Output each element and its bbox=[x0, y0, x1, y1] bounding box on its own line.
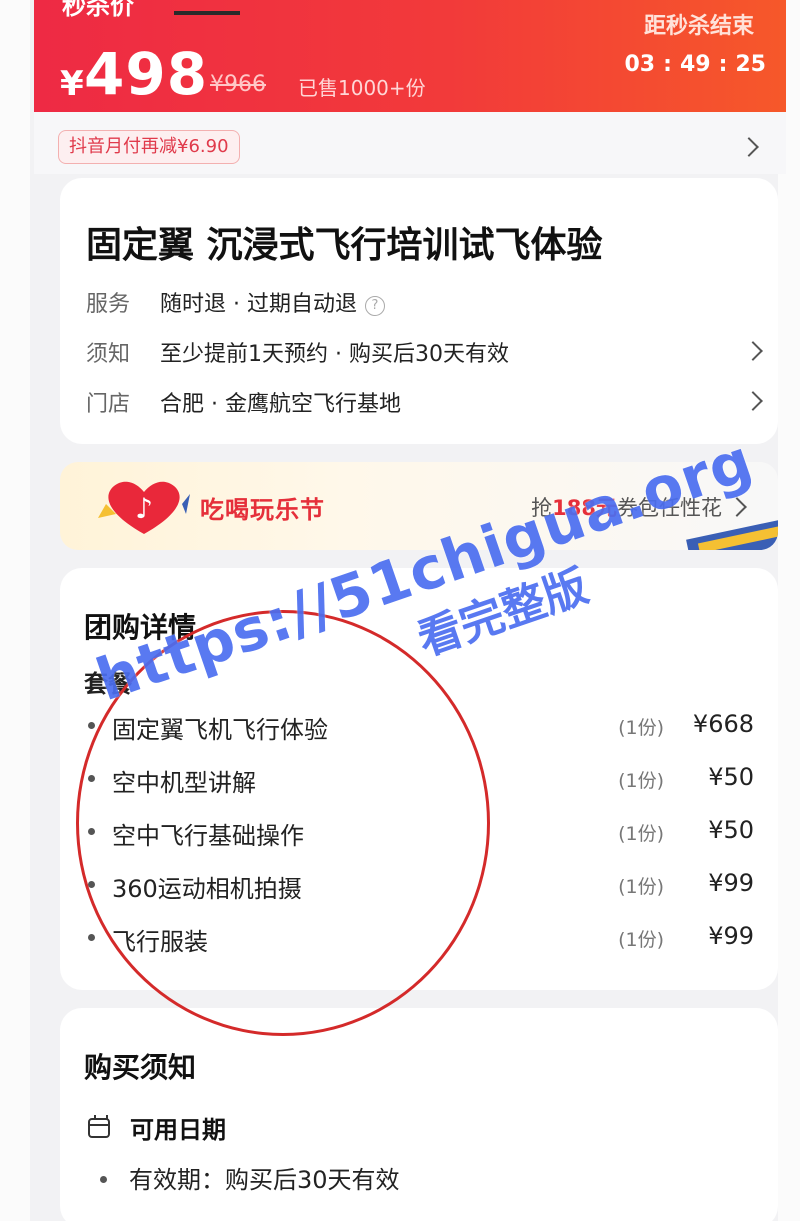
package-item: 固定翼飞机飞行体验 (1份) ¥668 bbox=[84, 706, 754, 746]
item-count: (1份) bbox=[618, 929, 664, 951]
festival-promo-banner[interactable]: ♪ 吃喝玩乐节 抢188元券包任性花 bbox=[60, 462, 778, 550]
service-value: 随时退 · 过期自动退 bbox=[160, 292, 357, 317]
help-icon[interactable]: ? bbox=[364, 296, 385, 316]
item-count: (1份) bbox=[618, 876, 664, 898]
chevron-right-icon[interactable] bbox=[739, 137, 759, 157]
item-count: (1份) bbox=[618, 823, 664, 845]
product-title: 固定翼 沉浸式飞行培训试飞体验 bbox=[86, 225, 603, 266]
item-name: 空中飞行基础操作 bbox=[112, 822, 304, 850]
bullet bbox=[88, 828, 95, 835]
countdown-hours: 03 bbox=[624, 52, 656, 77]
bullet bbox=[100, 1176, 107, 1183]
currency-symbol: ¥ bbox=[60, 64, 84, 104]
countdown-label: 距秒杀结束 bbox=[643, 14, 754, 39]
countdown-separator: : bbox=[718, 52, 728, 77]
chevron-right-icon[interactable] bbox=[727, 497, 747, 517]
countdown-minutes: 49 bbox=[679, 52, 711, 77]
item-price: ¥99 bbox=[708, 869, 754, 897]
countdown-timer: 03 : 49 : 25 bbox=[625, 52, 767, 77]
item-name: 固定翼飞机飞行体验 bbox=[112, 716, 328, 744]
status-bar-fragment bbox=[174, 11, 240, 15]
item-name: 空中机型讲解 bbox=[112, 769, 256, 797]
chevron-right-icon[interactable] bbox=[743, 341, 763, 361]
available-date-label: 可用日期 bbox=[130, 1116, 226, 1144]
item-price: ¥50 bbox=[708, 763, 754, 791]
coupon-row[interactable]: 抖音月付再减¥6.90 bbox=[34, 112, 786, 174]
calendar-icon bbox=[88, 1115, 110, 1138]
validity-text: 有效期：购买后30天有效 bbox=[129, 1166, 400, 1194]
bullet bbox=[88, 934, 95, 941]
notice-title: 购买须知 bbox=[84, 1051, 197, 1084]
details-title: 团购详情 bbox=[84, 611, 197, 644]
package-item: 空中机型讲解 (1份) ¥50 bbox=[84, 759, 754, 799]
festival-title: 吃喝玩乐节 bbox=[200, 496, 325, 524]
package-item: 空中飞行基础操作 (1份) ¥50 bbox=[84, 812, 754, 852]
notice-key: 须知 bbox=[86, 342, 131, 367]
validity-line: 有效期：购买后30天有效 bbox=[100, 1160, 400, 1195]
service-value-wrap: 随时退 · 过期自动退? bbox=[160, 286, 385, 318]
item-price: ¥668 bbox=[692, 710, 754, 738]
store-key: 门店 bbox=[86, 392, 131, 417]
voucher-prefix: 抢 bbox=[531, 496, 553, 520]
service-key: 服务 bbox=[86, 292, 131, 317]
store-row[interactable]: 门店 合肥 · 金鹰航空飞行基地 bbox=[86, 382, 766, 418]
flash-sale-label: 秒杀价 bbox=[62, 0, 134, 20]
notice-row[interactable]: 须知 至少提前1天预约 · 购买后30天有效 bbox=[86, 332, 766, 368]
countdown-seconds: 25 bbox=[735, 52, 766, 77]
payment-discount-badge: 抖音月付再减¥6.90 bbox=[58, 130, 240, 164]
item-price: ¥99 bbox=[708, 922, 754, 950]
festival-logo-icon: ♪ bbox=[98, 481, 190, 534]
original-price: ¥966 bbox=[210, 72, 266, 97]
item-price: ¥50 bbox=[708, 816, 754, 844]
item-name: 360运动相机拍摄 bbox=[112, 875, 302, 903]
right-margin bbox=[778, 0, 800, 1221]
package-item: 360运动相机拍摄 (1份) ¥99 bbox=[84, 865, 754, 905]
package-item: 飞行服装 (1份) ¥99 bbox=[84, 918, 754, 958]
logo-glyph: ♪ bbox=[135, 492, 153, 525]
chevron-right-icon[interactable] bbox=[743, 391, 763, 411]
bullet bbox=[88, 722, 95, 729]
countdown-separator: : bbox=[663, 52, 672, 77]
voucher-amount: 188元 bbox=[552, 496, 617, 520]
purchase-notice-card: 购买须知 可用日期 有效期：购买后30天有效 bbox=[60, 1008, 778, 1221]
bullet bbox=[88, 881, 95, 888]
item-count: (1份) bbox=[618, 717, 664, 739]
flash-sale-banner: 秒杀价 ¥ 498 ¥966 已售1000+份 距秒杀结束 03 : 49 : … bbox=[34, 0, 786, 112]
voucher-suffix: 券包任性花 bbox=[617, 496, 722, 520]
product-info-card: 固定翼 沉浸式飞行培训试飞体验 服务 随时退 · 过期自动退? 须知 至少提前1… bbox=[60, 178, 778, 444]
store-value: 合肥 · 金鹰航空飞行基地 bbox=[160, 392, 401, 417]
package-label: 套餐 bbox=[84, 670, 132, 698]
voucher-pack-text: 抢188元券包任性花 bbox=[531, 492, 722, 522]
sale-price: 498 bbox=[84, 40, 209, 108]
bullet bbox=[88, 775, 95, 782]
left-margin bbox=[0, 0, 30, 1221]
group-buy-details-card: 团购详情 套餐 固定翼飞机飞行体验 (1份) ¥668 空中机型讲解 (1份) … bbox=[60, 568, 778, 990]
notice-value: 至少提前1天预约 · 购买后30天有效 bbox=[160, 342, 509, 367]
sold-count: 已售1000+份 bbox=[298, 76, 426, 100]
item-name: 飞行服装 bbox=[112, 928, 208, 956]
service-row[interactable]: 服务 随时退 · 过期自动退? bbox=[86, 282, 766, 318]
item-count: (1份) bbox=[618, 770, 664, 792]
